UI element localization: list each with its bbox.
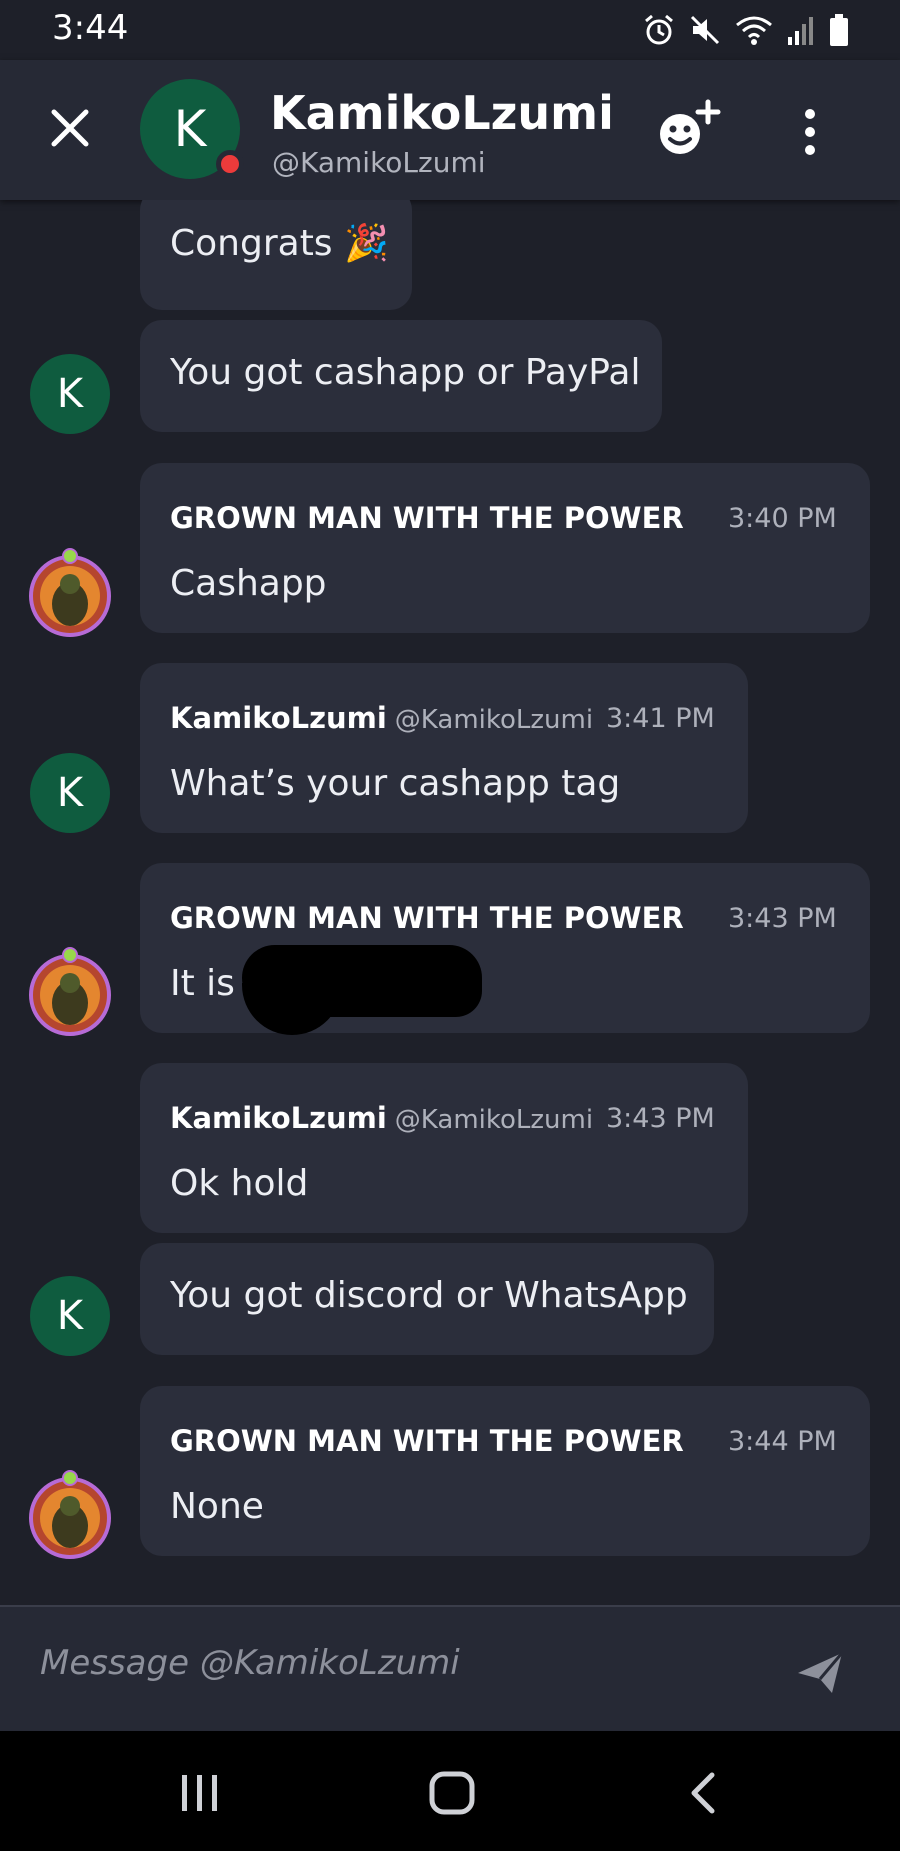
avatar[interactable]: K [30, 1276, 110, 1356]
message-bubble[interactable]: GROWN MAN WITH THE POWER 3:44 PM None [140, 1386, 870, 1556]
status-icons [642, 10, 850, 50]
presence-indicator [216, 150, 244, 178]
message-text: None [170, 1486, 264, 1527]
home-icon [429, 1771, 475, 1815]
avatar[interactable] [26, 945, 114, 1037]
message-bubble[interactable]: GROWN MAN WITH THE POWER 3:40 PM Cashapp [140, 463, 870, 633]
message-timestamp: 3:43 PM [728, 903, 837, 934]
message-list[interactable]: Congrats 🎉 K You got cashapp or PayPal G… [0, 200, 900, 1605]
emoji-add-icon [660, 99, 721, 154]
author-handle: @KamikoLzumi [394, 705, 594, 735]
recents-button[interactable] [178, 1771, 222, 1815]
page-title: KamikoLzumi [270, 86, 614, 140]
author-handle: @KamikoLzumi [394, 1105, 594, 1135]
message-text: You got discord or WhatsApp [170, 1275, 688, 1316]
message-timestamp: 3:40 PM [728, 503, 837, 534]
avatar[interactable] [26, 1468, 114, 1560]
signal-icon [786, 13, 816, 47]
message-text: Ok hold [170, 1163, 309, 1204]
add-reaction-button[interactable] [656, 98, 724, 166]
message-timestamp: 3:41 PM [606, 703, 715, 734]
avatar[interactable]: K [30, 753, 110, 833]
close-button[interactable] [46, 104, 94, 152]
author-name: KamikoLzumi [170, 1101, 387, 1135]
status-bar: 3:44 [0, 0, 900, 60]
alarm-icon [642, 13, 676, 47]
back-icon [691, 1772, 715, 1814]
message-author[interactable]: GROWN MAN WITH THE POWER [170, 1424, 684, 1458]
kebab-menu-icon [805, 109, 815, 155]
home-button[interactable] [428, 1771, 476, 1815]
battery-icon [828, 13, 850, 47]
send-button[interactable] [796, 1651, 844, 1695]
recents-icon [182, 1775, 217, 1811]
message-text: What’s your cashapp tag [170, 763, 621, 804]
status-time: 3:44 [52, 8, 129, 48]
dm-header: K KamikoLzumi @KamikoLzumi [0, 60, 900, 200]
avatar[interactable]: K [30, 354, 110, 434]
message-timestamp: 3:43 PM [606, 1103, 715, 1134]
avatar[interactable] [26, 546, 114, 638]
message-timestamp: 3:44 PM [728, 1426, 837, 1457]
message-text: It is [170, 963, 235, 1004]
user-handle: @KamikoLzumi [272, 146, 486, 179]
back-button[interactable] [688, 1771, 718, 1815]
close-icon [51, 109, 89, 147]
mute-icon [688, 13, 722, 47]
message-author[interactable]: KamikoLzumi @KamikoLzumi [170, 1101, 593, 1135]
more-options-button[interactable] [792, 106, 828, 158]
message-text: You got cashapp or PayPal [170, 352, 641, 393]
message-bubble[interactable]: Congrats 🎉 [140, 200, 412, 310]
message-bubble[interactable]: You got discord or WhatsApp [140, 1243, 714, 1355]
redaction-mark [242, 983, 342, 1035]
message-bubble[interactable]: You got cashapp or PayPal [140, 320, 662, 432]
message-author[interactable]: KamikoLzumi @KamikoLzumi [170, 701, 593, 735]
message-input[interactable]: Message @KamikoLzumi [40, 1643, 460, 1683]
message-bubble[interactable]: GROWN MAN WITH THE POWER 3:43 PM It is [140, 863, 870, 1035]
message-author[interactable]: GROWN MAN WITH THE POWER [170, 501, 684, 535]
system-nav-bar [0, 1731, 900, 1851]
message-bubble[interactable]: KamikoLzumi @KamikoLzumi 3:41 PM What’s y… [140, 663, 748, 833]
message-composer: Message @KamikoLzumi [0, 1605, 900, 1732]
message-text: Cashapp [170, 563, 327, 604]
message-author[interactable]: GROWN MAN WITH THE POWER [170, 901, 684, 935]
author-name: KamikoLzumi [170, 701, 387, 735]
message-bubble[interactable]: KamikoLzumi @KamikoLzumi 3:43 PM Ok hold [140, 1063, 748, 1233]
wifi-icon [734, 13, 774, 47]
send-icon [798, 1652, 844, 1693]
message-text: Congrats 🎉 [170, 223, 389, 264]
